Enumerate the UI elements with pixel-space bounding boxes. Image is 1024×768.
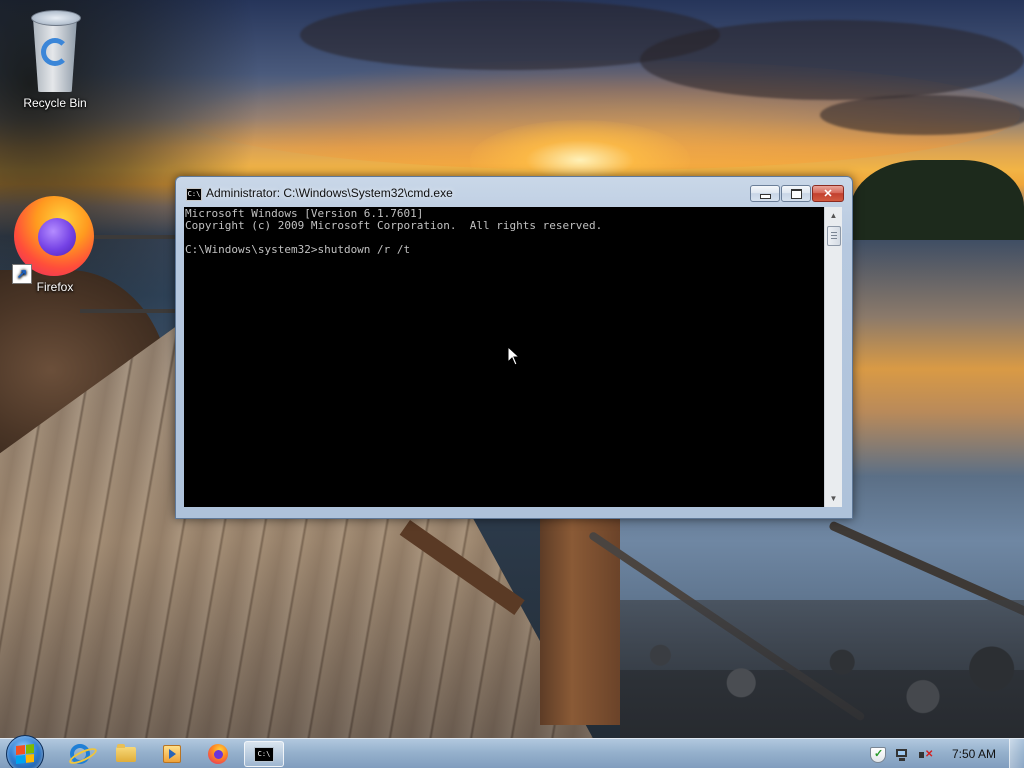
internet-explorer-icon <box>70 744 90 764</box>
taskbar-media-player[interactable] <box>152 741 192 767</box>
action-center-icon[interactable] <box>870 747 886 763</box>
far-treeline <box>850 160 1024 245</box>
scroll-up-icon[interactable]: ▲ <box>825 207 842 224</box>
shortcut-arrow-icon: ↗ <box>12 264 32 284</box>
scrollbar-thumb[interactable] <box>827 226 841 246</box>
start-button[interactable] <box>6 735 44 768</box>
folder-icon <box>116 743 136 762</box>
firefox-icon <box>208 744 228 764</box>
firefox-icon: ↗ <box>12 192 98 284</box>
stones <box>620 600 1024 738</box>
cmd-icon[interactable]: C:\ <box>186 188 202 201</box>
cmd-icon: C:\ <box>254 746 274 762</box>
desktop-icon-firefox[interactable]: ↗ Firefox <box>10 192 100 294</box>
media-player-icon <box>163 745 181 763</box>
taskbar-internet-explorer[interactable] <box>60 741 100 767</box>
maximize-icon <box>790 188 802 199</box>
console-line: Copyright (c) 2009 Microsoft Corporation… <box>185 219 603 232</box>
taskbar-firefox[interactable] <box>198 741 238 767</box>
volume-muted-icon[interactable] <box>918 747 934 763</box>
caption-buttons: ✕ <box>749 185 844 203</box>
console-prompt-line[interactable]: C:\Windows\system32>shutdown /r /t <box>185 244 410 256</box>
network-icon[interactable] <box>894 747 910 763</box>
desktop-icon-label: Recycle Bin <box>23 96 87 110</box>
recycle-bin-icon <box>25 6 85 94</box>
scroll-down-icon[interactable]: ▼ <box>825 490 842 507</box>
clock[interactable]: 7:50 AM <box>952 747 996 761</box>
taskbar: C:\ 7:50 AM <box>0 735 1024 768</box>
desktop-icon-recycle-bin[interactable]: Recycle Bin <box>10 6 100 110</box>
vertical-scrollbar[interactable]: ▲ ▼ <box>824 207 842 507</box>
maximize-button[interactable] <box>781 185 811 202</box>
window-titlebar[interactable]: C:\ Administrator: C:\Windows\System32\c… <box>176 177 852 207</box>
windows-logo-icon <box>16 744 34 764</box>
console-output[interactable]: Microsoft Windows [Version 6.1.7601] Cop… <box>184 207 824 507</box>
close-icon: ✕ <box>823 188 833 200</box>
close-button[interactable]: ✕ <box>812 185 844 202</box>
minimize-button[interactable] <box>750 185 780 202</box>
taskbar-windows-explorer[interactable] <box>106 741 146 767</box>
window-title: Administrator: C:\Windows\System32\cmd.e… <box>206 186 453 200</box>
taskbar-command-prompt[interactable]: C:\ <box>244 741 284 767</box>
show-desktop-button[interactable] <box>1009 739 1024 768</box>
minimize-icon <box>759 194 771 199</box>
cloud <box>820 95 1024 135</box>
cloud <box>640 20 1024 100</box>
